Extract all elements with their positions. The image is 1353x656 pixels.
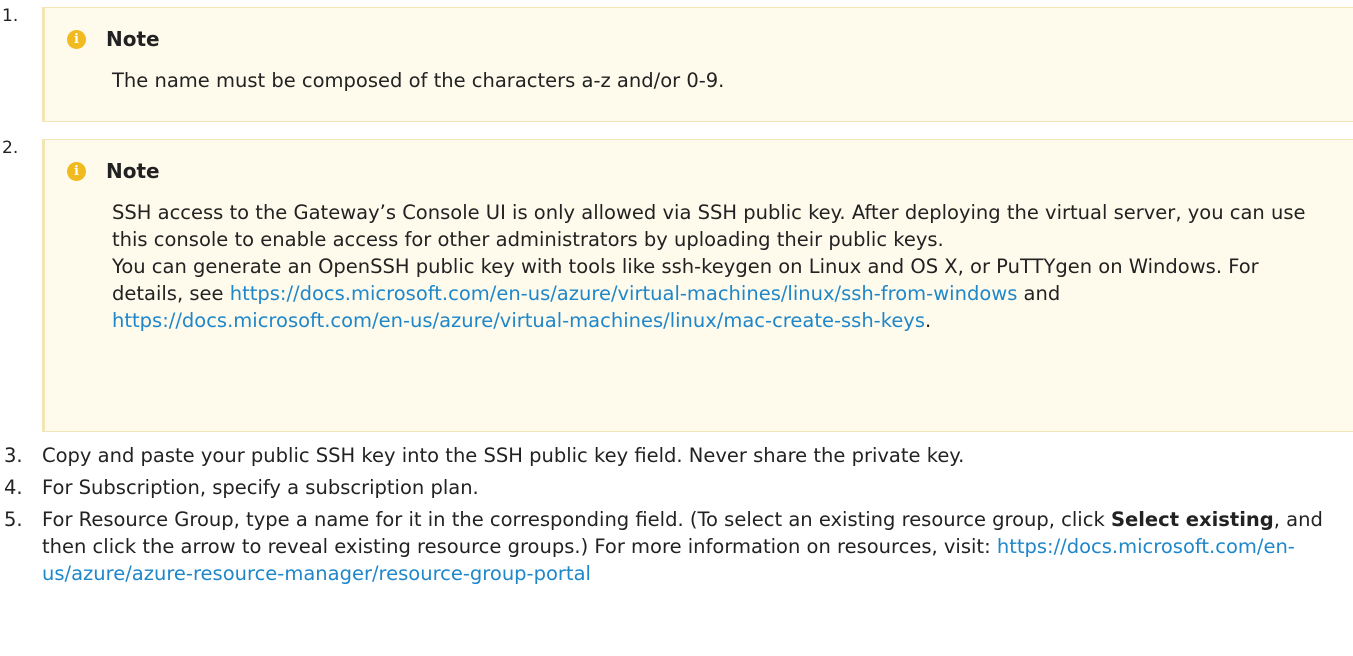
documentation-page: 1. i Note The name must be composed of t…	[0, 0, 1353, 656]
step-text: Copy and paste your public SSH key into …	[42, 444, 965, 467]
info-icon: i	[67, 29, 86, 49]
note-text: The name must be composed of the charact…	[112, 69, 725, 92]
note-header: i Note	[67, 157, 1353, 185]
step-text: For Subscription, specify a subscription…	[42, 476, 479, 499]
note-paragraph: You can generate an OpenSSH public key w…	[112, 253, 1333, 334]
note-title: Note	[106, 26, 160, 51]
step-number: 1.	[2, 6, 19, 26]
info-icon: i	[67, 161, 86, 181]
step-number: 2.	[2, 138, 19, 158]
note-title: Note	[106, 158, 160, 183]
note-callout: i Note SSH access to the Gateway’s Conso…	[42, 139, 1353, 432]
step-number: 3.	[4, 444, 23, 467]
note-body: SSH access to the Gateway’s Console UI i…	[67, 199, 1353, 334]
step-number: 4.	[4, 476, 23, 499]
steps-list: 1. i Note The name must be composed of t…	[0, 0, 1353, 587]
note-text: .	[925, 309, 932, 332]
step-number: 5.	[4, 508, 23, 531]
list-item-step-1: 1. i Note The name must be composed of t…	[0, 6, 1353, 122]
step-text: For Resource Group, type a name for it i…	[42, 508, 1111, 531]
list-item-step-3: 3. Copy and paste your public SSH key in…	[0, 442, 1353, 469]
list-item-step-2: 2. i Note SSH access to the Gateway’s Co…	[0, 138, 1353, 432]
note-paragraph: SSH access to the Gateway’s Console UI i…	[112, 201, 1306, 251]
note-header: i Note	[67, 25, 1353, 53]
ssh-from-windows-link[interactable]: https://docs.microsoft.com/en-us/azure/v…	[230, 282, 1018, 305]
note-callout: i Note The name must be composed of the …	[42, 7, 1353, 122]
list-item-step-4: 4. For Subscription, specify a subscript…	[0, 474, 1353, 501]
note-text: and	[1017, 282, 1061, 305]
select-existing-label: Select existing	[1110, 508, 1274, 531]
mac-create-ssh-keys-link[interactable]: https://docs.microsoft.com/en-us/azure/v…	[112, 309, 925, 332]
list-item-step-5: 5. For Resource Group, type a name for i…	[0, 506, 1353, 587]
note-body: The name must be composed of the charact…	[67, 67, 1353, 94]
